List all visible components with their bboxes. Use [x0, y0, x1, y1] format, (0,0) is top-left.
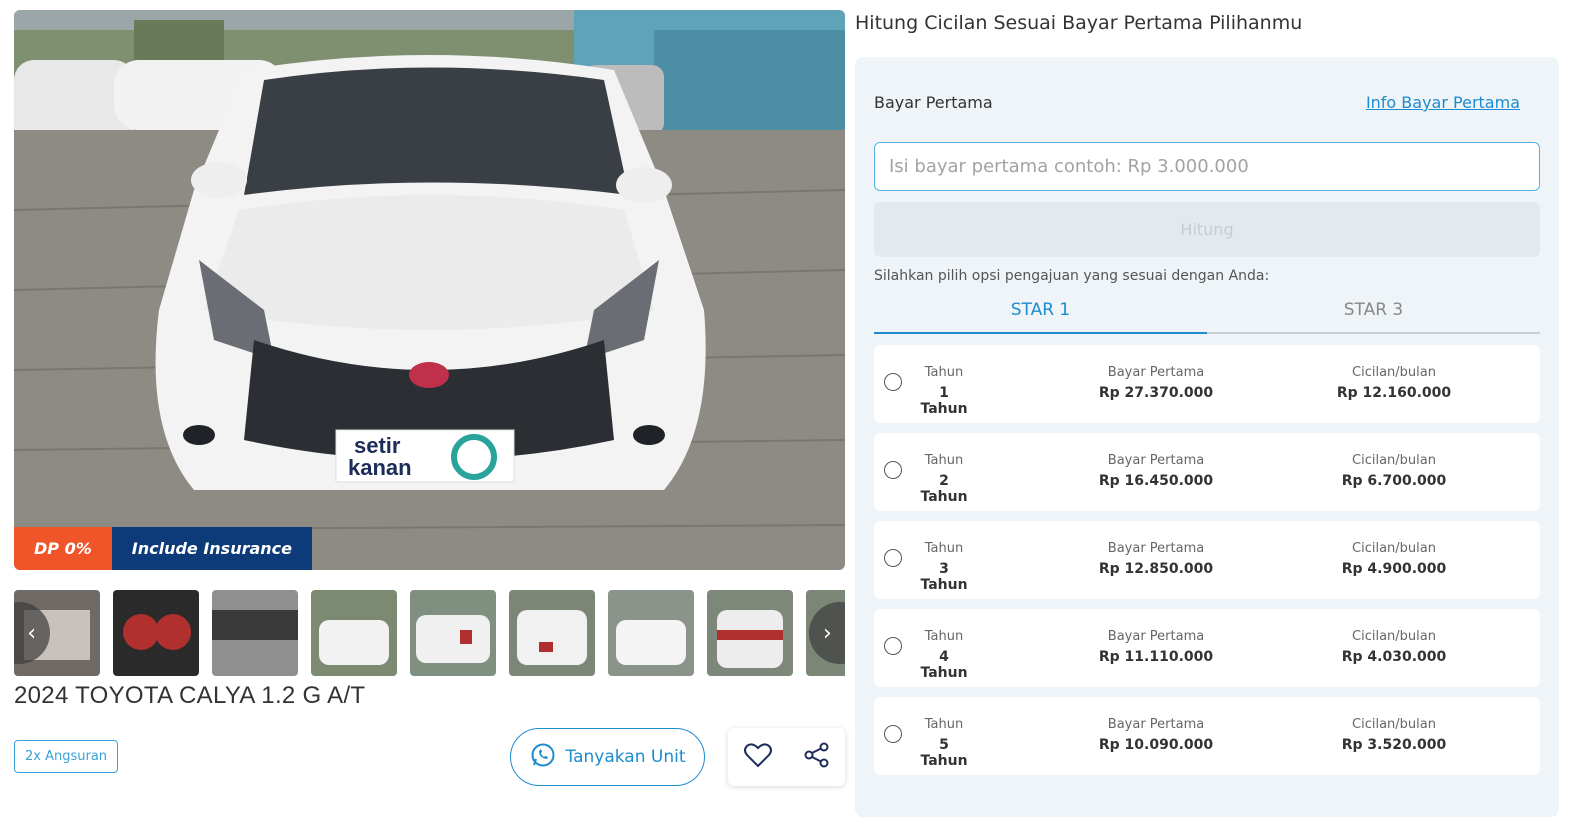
star-tabs: STAR 1 STAR 3 — [874, 294, 1540, 334]
insurance-badge: Include Insurance — [111, 527, 312, 570]
thumbnail[interactable] — [707, 590, 793, 676]
favorite-share-box — [728, 728, 845, 786]
thumbnail[interactable] — [212, 590, 298, 676]
plan-radio[interactable] — [884, 461, 902, 479]
plan-list: Tahun 1 Tahun Bayar Pertama Rp 27.370.000 … — [874, 345, 1540, 775]
cicilan-label: Cicilan/bulan — [1352, 541, 1436, 556]
cicilan-label: Cicilan/bulan — [1352, 629, 1436, 644]
main-car-photo[interactable]: setir kanan DP 0% Include Insurance — [14, 10, 845, 570]
tahun-label: Tahun — [924, 541, 964, 556]
car-title: 2024 TOYOTA CALYA 1.2 G A/T — [14, 682, 366, 709]
bayar-label: Bayar Pertama — [1107, 541, 1205, 556]
bayar-label: Bayar Pertama — [1107, 453, 1205, 468]
plate-logo-text-2: kanan — [348, 455, 412, 480]
heart-icon[interactable] — [743, 741, 773, 773]
cicilan-value: Rp 12.160.000 — [1336, 385, 1452, 401]
installment-calculator: Hitung Cicilan Sesuai Bayar Pertama Pili… — [855, 0, 1559, 817]
tahun-label: Tahun — [924, 365, 964, 380]
tahun-value: 3 Tahun — [920, 561, 968, 593]
plan-radio[interactable] — [884, 373, 902, 391]
thumbnail[interactable] — [311, 590, 397, 676]
hitung-button[interactable]: Hitung — [874, 202, 1540, 257]
plan-option[interactable]: Tahun 4 Tahun Bayar Pertama Rp 11.110.000 … — [874, 609, 1540, 687]
tahun-value: 4 Tahun — [920, 649, 968, 681]
bayar-value: Rp 27.370.000 — [1098, 385, 1214, 401]
tanyakan-label: Tanyakan Unit — [565, 747, 686, 767]
bayar-label: Bayar Pertama — [1107, 717, 1205, 732]
tahun-value: 5 Tahun — [920, 737, 968, 769]
share-icon[interactable] — [804, 742, 830, 772]
cicilan-label: Cicilan/bulan — [1352, 717, 1436, 732]
cicilan-label: Cicilan/bulan — [1352, 453, 1436, 468]
promo-badges: DP 0% Include Insurance — [14, 527, 312, 570]
angsuran-tag: 2x Angsuran — [14, 740, 119, 773]
info-bayar-pertama-link[interactable]: Info Bayar Pertama — [1366, 93, 1520, 142]
bayar-value: Rp 12.850.000 — [1098, 561, 1214, 577]
whatsapp-icon — [530, 742, 556, 773]
cicilan-value: Rp 3.520.000 — [1341, 737, 1447, 753]
tab-star-3[interactable]: STAR 3 — [1207, 294, 1540, 332]
tab-star-1[interactable]: STAR 1 — [874, 294, 1207, 334]
gallery-section: setir kanan DP 0% Include Insurance ‹ › … — [14, 10, 845, 794]
thumbnail[interactable] — [113, 590, 199, 676]
tahun-label: Tahun — [924, 453, 964, 468]
plan-option[interactable]: Tahun 1 Tahun Bayar Pertama Rp 27.370.000 … — [874, 345, 1540, 423]
plan-radio[interactable] — [884, 549, 902, 567]
tahun-label: Tahun — [924, 717, 964, 732]
bayar-pertama-input[interactable] — [874, 142, 1540, 191]
bayar-value: Rp 16.450.000 — [1098, 473, 1214, 489]
calculator-panel: Bayar Pertama Info Bayar Pertama Hitung … — [855, 57, 1559, 817]
bayar-pertama-label: Bayar Pertama — [874, 93, 993, 112]
bayar-label: Bayar Pertama — [1107, 365, 1205, 380]
option-hint: Silahkan pilih opsi pengajuan yang sesua… — [874, 268, 1270, 284]
thumbnail[interactable] — [509, 590, 595, 676]
plan-option[interactable]: Tahun 3 Tahun Bayar Pertama Rp 12.850.000 … — [874, 521, 1540, 599]
thumbnail-strip: ‹ › — [14, 590, 845, 676]
plan-option[interactable]: Tahun 2 Tahun Bayar Pertama Rp 16.450.000 … — [874, 433, 1540, 511]
plan-option[interactable]: Tahun 5 Tahun Bayar Pertama Rp 10.090.000 … — [874, 697, 1540, 775]
tahun-label: Tahun — [924, 629, 964, 644]
thumbnail[interactable] — [608, 590, 694, 676]
cicilan-label: Cicilan/bulan — [1352, 365, 1436, 380]
tanyakan-unit-button[interactable]: Tanyakan Unit — [510, 728, 705, 786]
cicilan-value: Rp 4.030.000 — [1341, 649, 1447, 665]
tahun-value: 1 Tahun — [920, 385, 968, 417]
dp-badge: DP 0% — [14, 527, 112, 570]
calculator-title: Hitung Cicilan Sesuai Bayar Pertama Pili… — [855, 12, 1303, 34]
bayar-label: Bayar Pertama — [1107, 629, 1205, 644]
action-row: 2x Angsuran Tanyakan Unit — [14, 724, 845, 794]
bayar-value: Rp 10.090.000 — [1098, 737, 1214, 753]
tahun-value: 2 Tahun — [920, 473, 968, 505]
plan-radio[interactable] — [884, 725, 902, 743]
cicilan-value: Rp 6.700.000 — [1341, 473, 1447, 489]
bayar-value: Rp 11.110.000 — [1098, 649, 1214, 665]
thumbnail[interactable] — [410, 590, 496, 676]
plan-radio[interactable] — [884, 637, 902, 655]
cicilan-value: Rp 4.900.000 — [1341, 561, 1447, 577]
